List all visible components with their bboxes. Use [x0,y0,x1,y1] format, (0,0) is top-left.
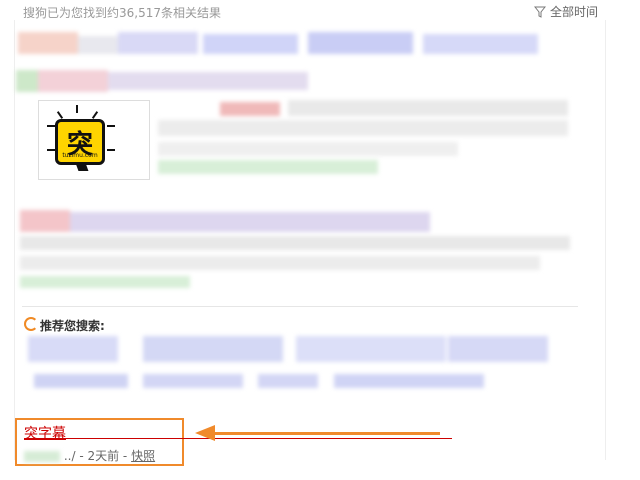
snapshot-link[interactable]: 快照 [131,449,155,463]
filter-icon [533,6,546,18]
time-filter-label: 全部时间 [549,5,598,19]
result-thumbnail[interactable]: 突 tuzimu.com [38,100,150,180]
result-count: 搜狗已为您找到约36,517条相关结果 [23,6,221,20]
result-1-title-blurred[interactable] [18,32,578,56]
recommend-row-1[interactable] [28,336,558,362]
result-time: 2天前 [87,449,120,463]
annotation-arrow-shaft [214,432,440,435]
url-suffix: ../ - [63,449,88,463]
search-ring-icon [24,317,38,331]
url-separator: - [119,449,132,463]
result-2-snippet-blurred [20,236,580,292]
title-underline [24,438,452,439]
recommend-row-2[interactable] [28,374,498,390]
recommend-label: 推荐您搜索: [40,319,105,333]
annotation-arrow-icon [195,425,215,441]
result-title-link[interactable]: 突字幕 [24,423,66,443]
tuzimu-logo-icon: 突 tuzimu.com [55,119,105,165]
section-divider [22,306,578,307]
time-filter[interactable]: 全部时间 [533,3,598,20]
result-1-snippet-blurred [158,96,578,176]
result-1-subtitle-blurred [16,70,316,92]
result-url-line: ../ - 2天前 - 快照 [24,447,155,464]
result-2-title-blurred[interactable] [20,210,440,234]
url-blurred [24,451,60,462]
